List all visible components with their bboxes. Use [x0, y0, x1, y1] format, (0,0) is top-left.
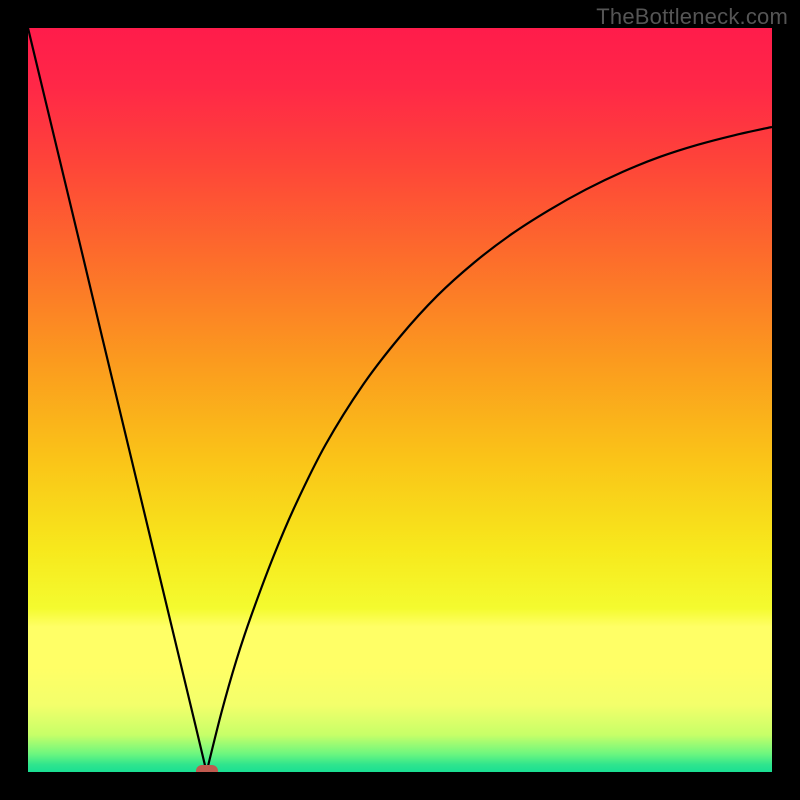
watermark-text: TheBottleneck.com: [596, 4, 788, 30]
optimal-point-marker: [196, 765, 218, 772]
bottleneck-curve: [28, 28, 772, 772]
chart-frame: [28, 28, 772, 772]
